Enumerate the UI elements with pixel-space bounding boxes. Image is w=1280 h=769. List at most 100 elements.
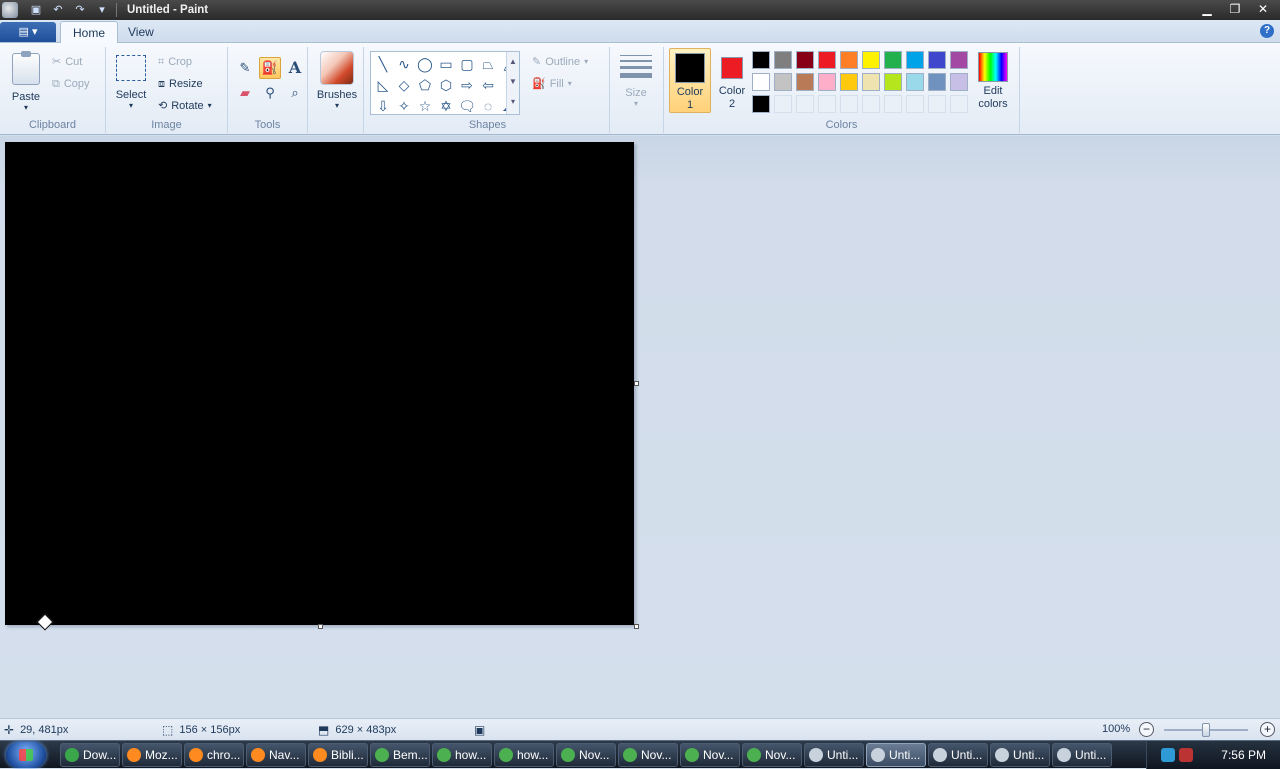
palette-swatch[interactable] <box>906 73 924 91</box>
taskbar-task[interactable]: Dow... <box>60 743 120 767</box>
palette-empty-swatch[interactable] <box>840 95 858 113</box>
paint-app-icon[interactable] <box>2 2 18 18</box>
palette-swatch[interactable] <box>752 73 770 91</box>
text-tool-icon[interactable]: A <box>284 57 306 79</box>
right-arrow-shape-icon[interactable]: ⇨ <box>457 75 477 95</box>
taskbar-task[interactable]: Unti... <box>928 743 988 767</box>
palette-empty-swatch[interactable] <box>950 95 968 113</box>
palette-swatch[interactable] <box>818 51 836 69</box>
taskbar-task[interactable]: Nov... <box>618 743 678 767</box>
oval-callout-shape-icon[interactable]: ◌ <box>478 96 498 116</box>
size-button[interactable]: Size ▾ <box>616 51 656 108</box>
taskbar-task[interactable]: Bibli... <box>308 743 368 767</box>
rounded-rectangle-shape-icon[interactable]: ▢ <box>457 54 477 74</box>
palette-swatch[interactable] <box>884 73 902 91</box>
zoom-slider-thumb[interactable] <box>1202 723 1210 737</box>
close-button[interactable]: ✕ <box>1250 2 1276 18</box>
zoom-out-button[interactable]: − <box>1139 722 1154 737</box>
hexagon-shape-icon[interactable]: ⬡ <box>436 75 456 95</box>
maximize-button[interactable]: ❐ <box>1222 2 1248 18</box>
palette-swatch[interactable] <box>928 51 946 69</box>
zoom-in-button[interactable]: + <box>1260 722 1275 737</box>
palette-empty-swatch[interactable] <box>774 95 792 113</box>
taskbar-task[interactable]: Nov... <box>556 743 616 767</box>
drawing-canvas[interactable] <box>5 142 634 631</box>
six-point-star-shape-icon[interactable]: ✡ <box>436 96 456 116</box>
edit-colors-button[interactable]: Edit colors <box>970 48 1016 113</box>
color-picker-icon[interactable]: ⚲ <box>259 82 281 104</box>
palette-empty-swatch[interactable] <box>928 95 946 113</box>
taskbar-task[interactable]: how... <box>432 743 492 767</box>
palette-empty-swatch[interactable] <box>818 95 836 113</box>
copy-button[interactable]: ⧉ Copy <box>52 75 90 93</box>
rectangle-shape-icon[interactable]: ▭ <box>436 54 456 74</box>
five-point-star-shape-icon[interactable]: ☆ <box>415 96 435 116</box>
network-icon[interactable] <box>1161 748 1175 762</box>
magnifier-icon[interactable]: ⌕ <box>284 82 306 104</box>
color2-button[interactable]: Color 2 <box>712 48 752 113</box>
taskbar-task[interactable]: how... <box>494 743 554 767</box>
save-icon[interactable]: ▣ <box>28 3 44 17</box>
taskbar-task[interactable]: Nov... <box>680 743 740 767</box>
volume-icon[interactable] <box>1179 748 1193 762</box>
brushes-button[interactable]: Brushes ▾ <box>314 51 360 110</box>
four-point-star-shape-icon[interactable]: ✧ <box>394 96 414 116</box>
tab-view[interactable]: View <box>116 21 166 43</box>
canvas-resize-handle-corner[interactable] <box>634 624 639 629</box>
palette-swatch[interactable] <box>752 51 770 69</box>
taskbar-task[interactable]: Unti... <box>866 743 926 767</box>
palette-empty-swatch[interactable] <box>906 95 924 113</box>
palette-swatch[interactable] <box>796 73 814 91</box>
select-button[interactable]: Select ▾ <box>112 55 150 110</box>
redo-icon[interactable]: ↷ <box>72 3 88 17</box>
taskbar-task[interactable]: Bem... <box>370 743 430 767</box>
shapes-scroll[interactable]: ▲ ▼ ▾ <box>506 52 519 114</box>
clock[interactable]: 7:56 PM <box>1221 748 1266 762</box>
resize-button[interactable]: ⧈ Resize <box>158 75 203 93</box>
palette-swatch[interactable] <box>840 51 858 69</box>
minimize-button[interactable]: ▁ <box>1194 2 1220 18</box>
color1-button[interactable]: Color 1 <box>669 48 711 113</box>
oval-shape-icon[interactable]: ◯ <box>415 54 435 74</box>
taskbar-task[interactable]: Unti... <box>1052 743 1112 767</box>
outline-button[interactable]: ✎ Outline ▾ <box>532 53 588 71</box>
palette-swatch[interactable] <box>862 51 880 69</box>
palette-swatch[interactable] <box>884 51 902 69</box>
palette-swatch[interactable] <box>796 51 814 69</box>
palette-swatch[interactable] <box>818 73 836 91</box>
right-triangle-shape-icon[interactable]: ◺ <box>373 75 393 95</box>
workspace[interactable] <box>0 136 1280 718</box>
diamond-shape-icon[interactable]: ◇ <box>394 75 414 95</box>
file-menu-button[interactable]: ▤ ▾ <box>0 22 56 42</box>
palette-swatch[interactable] <box>840 73 858 91</box>
pencil-icon[interactable]: ✎ <box>234 57 256 79</box>
rect-callout-shape-icon[interactable]: 🗨 <box>457 96 477 116</box>
palette-swatch[interactable] <box>928 73 946 91</box>
pentagon-shape-icon[interactable]: ⬠ <box>415 75 435 95</box>
eraser-icon[interactable]: ▰ <box>234 82 256 104</box>
customize-qat-icon[interactable]: ▾ <box>94 3 110 17</box>
shapes-scroll-up-icon[interactable]: ▲ <box>507 52 519 72</box>
fill-bucket-icon[interactable]: ⛽ <box>259 57 281 79</box>
taskbar-task[interactable]: Moz... <box>122 743 182 767</box>
shapes-scroll-down-icon[interactable]: ▼ <box>507 72 519 92</box>
palette-empty-swatch[interactable] <box>862 95 880 113</box>
curve-shape-icon[interactable]: ∿ <box>394 54 414 74</box>
shapes-expand-icon[interactable]: ▾ <box>507 92 519 112</box>
help-icon[interactable]: ? <box>1260 24 1274 38</box>
taskbar-task[interactable]: chro... <box>184 743 244 767</box>
left-arrow-shape-icon[interactable]: ⇦ <box>478 75 498 95</box>
taskbar-task[interactable]: Nav... <box>246 743 306 767</box>
cut-button[interactable]: ✂ Cut <box>52 53 82 71</box>
palette-empty-swatch[interactable] <box>884 95 902 113</box>
undo-icon[interactable]: ↶ <box>50 3 66 17</box>
palette-swatch[interactable] <box>950 51 968 69</box>
palette-swatch[interactable] <box>774 51 792 69</box>
fill-button[interactable]: ⛽ Fill ▾ <box>532 75 572 93</box>
line-shape-icon[interactable]: ╲ <box>373 54 393 74</box>
taskbar-task[interactable]: Unti... <box>990 743 1050 767</box>
palette-swatch[interactable] <box>862 73 880 91</box>
palette-swatch[interactable] <box>774 73 792 91</box>
taskbar-task[interactable]: Unti... <box>804 743 864 767</box>
polygon-shape-icon[interactable]: ⏢ <box>478 54 498 74</box>
